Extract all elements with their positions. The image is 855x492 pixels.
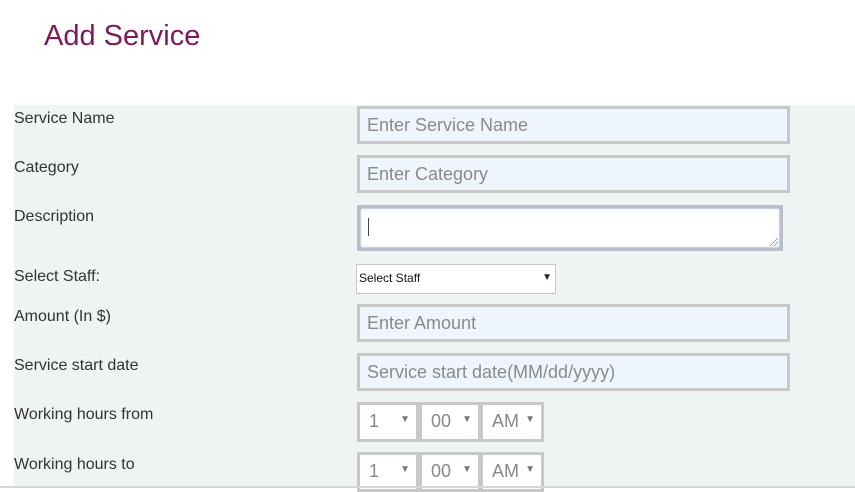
- page-title: Add Service: [44, 20, 201, 52]
- chevron-down-icon: ▼: [400, 464, 410, 475]
- hours-from-hour-select[interactable]: 1 ▼: [357, 402, 419, 442]
- hours-to-hour-value: 1: [369, 461, 380, 481]
- chevron-down-icon: ▼: [525, 414, 535, 425]
- category-placeholder: Enter Category: [367, 164, 489, 184]
- start-date-input[interactable]: Service start date(MM/dd/yyyy): [357, 353, 790, 391]
- service-name-label: Service Name: [14, 110, 115, 127]
- start-date-label: Service start date: [14, 357, 139, 374]
- amount-label: Amount (In $): [14, 308, 111, 325]
- hours-from-label: Working hours from: [14, 406, 154, 423]
- hours-from-minute-select[interactable]: 00 ▼: [419, 402, 481, 442]
- select-staff-dropdown[interactable]: Select Staff ▼: [356, 264, 556, 294]
- amount-placeholder: Enter Amount: [367, 313, 477, 333]
- chevron-down-icon: ▼: [462, 414, 472, 425]
- start-date-placeholder: Service start date(MM/dd/yyyy): [367, 362, 616, 382]
- description-label: Description: [14, 208, 95, 225]
- select-staff-label: Select Staff:: [14, 268, 100, 285]
- add-service-form: Service Name Enter Service Name Category…: [14, 105, 855, 492]
- service-name-input[interactable]: Enter Service Name: [357, 106, 790, 144]
- text-caret: [368, 218, 369, 236]
- hours-from-ampm-value: AM: [492, 411, 519, 431]
- category-label: Category: [14, 159, 79, 176]
- hours-to-ampm-value: AM: [492, 461, 519, 481]
- description-textarea[interactable]: [357, 205, 783, 251]
- chevron-down-icon: ▼: [400, 414, 410, 425]
- hours-to-label: Working hours to: [14, 456, 135, 473]
- amount-input[interactable]: Enter Amount: [357, 304, 790, 342]
- hours-from-minute-value: 00: [431, 411, 452, 431]
- chevron-down-icon: ▼: [462, 464, 472, 475]
- select-staff-value: Select Staff: [359, 271, 421, 285]
- resize-handle-icon[interactable]: [770, 238, 778, 246]
- category-input[interactable]: Enter Category: [357, 155, 790, 193]
- hours-to-minute-value: 00: [431, 461, 452, 481]
- hours-from-ampm-select[interactable]: AM ▼: [480, 402, 544, 442]
- chevron-down-icon: ▼: [542, 272, 552, 283]
- service-name-placeholder: Enter Service Name: [367, 115, 529, 135]
- chevron-down-icon: ▼: [525, 464, 535, 475]
- hours-from-hour-value: 1: [369, 411, 380, 431]
